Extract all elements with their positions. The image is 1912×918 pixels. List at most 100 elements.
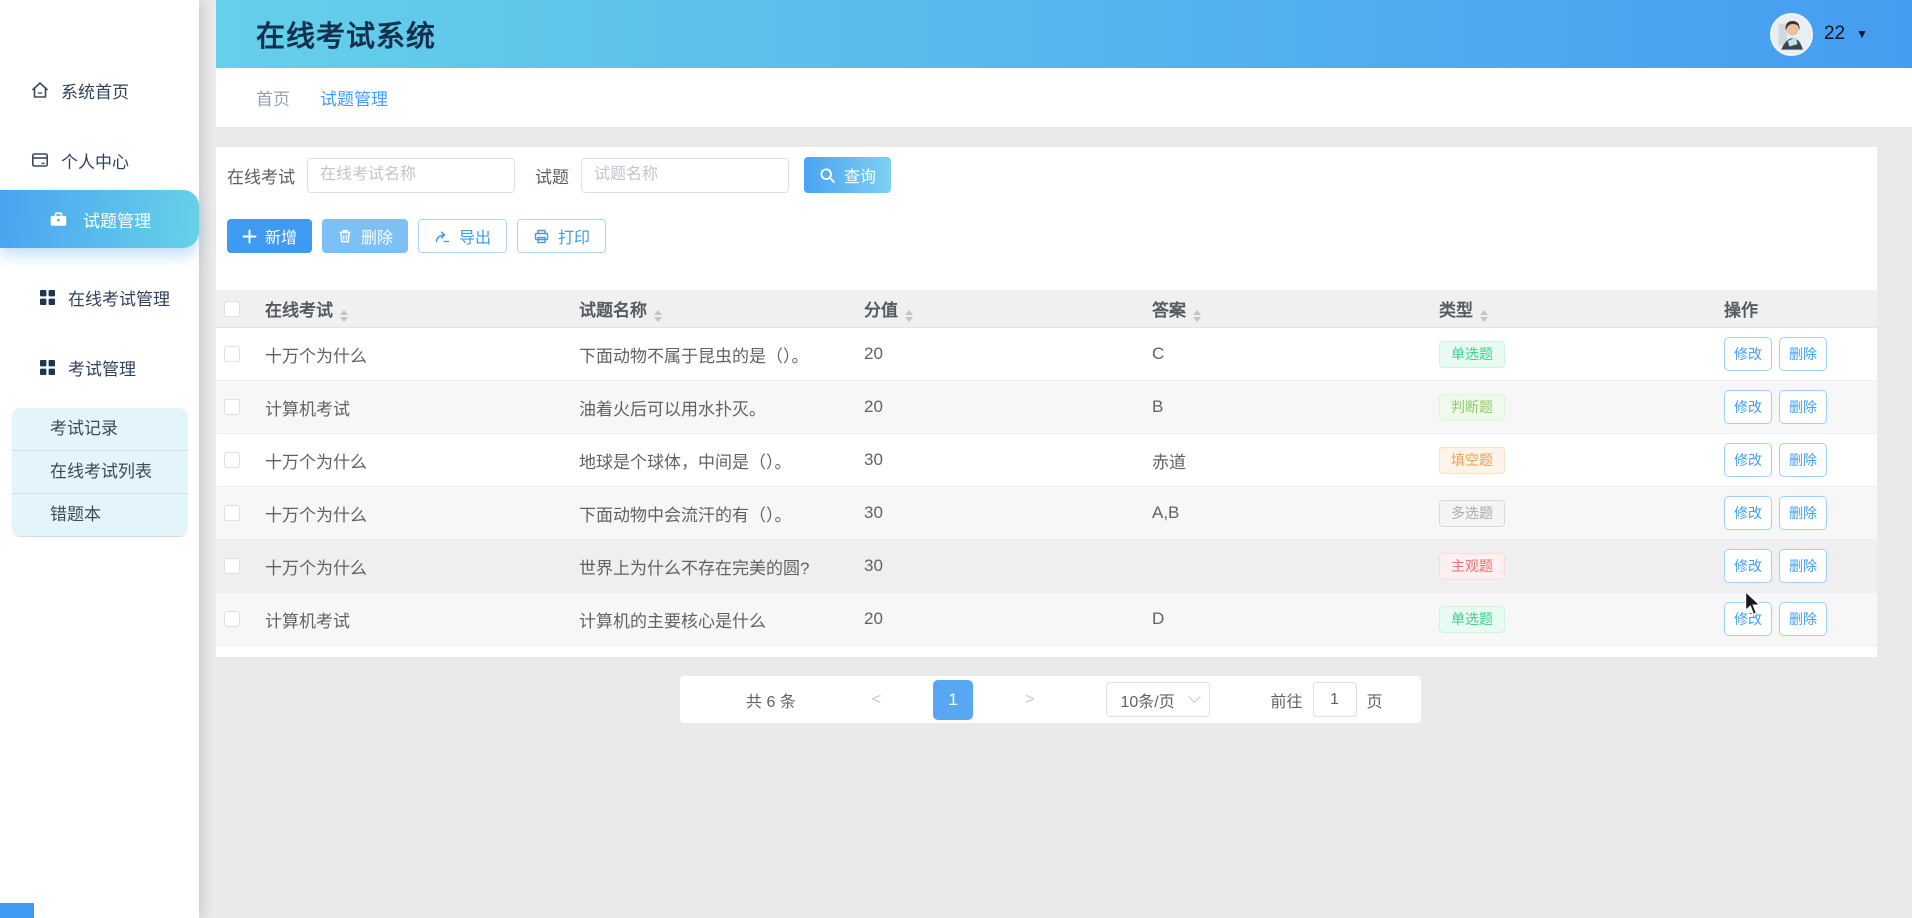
edit-button[interactable]: 修改 bbox=[1724, 549, 1772, 583]
row-delete-button[interactable]: 删除 bbox=[1779, 443, 1827, 477]
sidebar-item-label: 考试管理 bbox=[68, 355, 136, 380]
col-header-type: 类型 bbox=[1439, 301, 1473, 320]
cell-exam: 十万个为什么 bbox=[265, 554, 579, 579]
home-icon bbox=[30, 80, 50, 100]
goto-unit-label: 页 bbox=[1367, 688, 1383, 712]
type-badge: 多选题 bbox=[1439, 500, 1505, 527]
grid-icon bbox=[38, 358, 57, 377]
cell-answer: C bbox=[1152, 344, 1439, 364]
exam-filter-input[interactable] bbox=[307, 158, 515, 193]
filter-bar: 在线考试 试题 查询 bbox=[227, 157, 891, 193]
breadcrumb: 首页 试题管理 bbox=[216, 68, 1912, 127]
next-page-button[interactable]: > bbox=[1025, 691, 1034, 709]
cell-answer: B bbox=[1152, 397, 1439, 417]
cell-exam: 十万个为什么 bbox=[265, 342, 579, 367]
avatar[interactable] bbox=[1770, 13, 1813, 56]
goto-page-input[interactable] bbox=[1313, 682, 1357, 717]
row-delete-button[interactable]: 删除 bbox=[1779, 496, 1827, 530]
row-checkbox[interactable] bbox=[224, 346, 240, 362]
edit-button[interactable]: 修改 bbox=[1724, 337, 1772, 371]
row-delete-button[interactable]: 删除 bbox=[1779, 337, 1827, 371]
cell-score: 30 bbox=[864, 503, 1152, 523]
submenu-item-exam-records[interactable]: 考试记录 bbox=[12, 408, 188, 451]
edit-button[interactable]: 修改 bbox=[1724, 390, 1772, 424]
trash-icon bbox=[337, 228, 353, 244]
type-badge: 单选题 bbox=[1439, 341, 1505, 368]
chevron-down-icon bbox=[1189, 690, 1202, 703]
page-title: 在线考试系统 bbox=[256, 13, 436, 55]
sidebar-item-online-exam-mgmt[interactable]: 在线考试管理 bbox=[0, 277, 199, 317]
briefcase-icon bbox=[48, 209, 69, 230]
table-row: 十万个为什么 下面动物不属于昆虫的是（）。 20 C 单选题 修改 删除 bbox=[216, 328, 1877, 381]
edit-button[interactable]: 修改 bbox=[1724, 443, 1772, 477]
row-checkbox[interactable] bbox=[224, 399, 240, 415]
edit-button[interactable]: 修改 bbox=[1724, 496, 1772, 530]
page-size-select[interactable]: 10条/页 bbox=[1106, 682, 1210, 717]
cell-score: 20 bbox=[864, 397, 1152, 417]
submenu-item-online-exam-list[interactable]: 在线考试列表 bbox=[12, 451, 188, 494]
pagination: 共 6 条 < 1 > 10条/页 前往 页 bbox=[680, 676, 1421, 723]
cell-score: 20 bbox=[864, 344, 1152, 364]
page-number-active[interactable]: 1 bbox=[933, 680, 973, 720]
prev-page-button[interactable]: < bbox=[872, 691, 881, 709]
exam-filter-label: 在线考试 bbox=[227, 163, 295, 188]
type-badge: 主观题 bbox=[1439, 553, 1505, 580]
delete-button[interactable]: 删除 bbox=[322, 219, 408, 253]
sidebar-item-label: 系统首页 bbox=[61, 78, 129, 103]
sort-icon[interactable] bbox=[905, 310, 913, 322]
table-row: 计算机考试 油着火后可以用水扑灭。 20 B 判断题 修改 删除 bbox=[216, 381, 1877, 434]
plus-icon bbox=[242, 229, 257, 244]
sidebar-item-home[interactable]: 系统首页 bbox=[0, 70, 199, 110]
type-badge: 单选题 bbox=[1439, 606, 1505, 633]
question-filter-input[interactable] bbox=[581, 158, 789, 193]
questions-table: 在线考试 试题名称 分值 答案 类型 操作 十万个为什么 下面动物不属于昆虫的是… bbox=[216, 290, 1877, 646]
add-button[interactable]: 新增 bbox=[227, 219, 312, 253]
pagination-total: 共 6 条 bbox=[746, 688, 796, 712]
sort-icon[interactable] bbox=[340, 310, 348, 322]
row-checkbox[interactable] bbox=[224, 505, 240, 521]
select-all-checkbox[interactable] bbox=[224, 301, 240, 317]
main-area: 在线考试系统 22 ▼ 首页 试题管理 在线考试 试题 查询 bbox=[216, 0, 1912, 918]
row-checkbox[interactable] bbox=[224, 452, 240, 468]
row-delete-button[interactable]: 删除 bbox=[1779, 549, 1827, 583]
col-header-score: 分值 bbox=[864, 301, 898, 320]
cell-exam: 十万个为什么 bbox=[265, 501, 579, 526]
content-card: 在线考试 试题 查询 新增 删除 bbox=[216, 147, 1877, 657]
cell-exam: 十万个为什么 bbox=[265, 448, 579, 473]
cell-question: 油着火后可以用水扑灭。 bbox=[579, 395, 864, 420]
breadcrumb-home[interactable]: 首页 bbox=[256, 85, 290, 110]
user-dropdown[interactable]: 22 ▼ bbox=[1770, 13, 1868, 56]
caret-down-icon: ▼ bbox=[1856, 27, 1868, 41]
type-badge: 判断题 bbox=[1439, 394, 1505, 421]
printer-icon bbox=[533, 228, 550, 245]
corner-chip bbox=[0, 903, 34, 918]
breadcrumb-current[interactable]: 试题管理 bbox=[320, 85, 388, 110]
sidebar-item-profile[interactable]: 个人中心 bbox=[0, 140, 199, 180]
sidebar-item-questions-active[interactable]: 试题管理 bbox=[0, 190, 199, 248]
goto-page-group: 前往 页 bbox=[1270, 682, 1382, 717]
export-arrow-icon bbox=[434, 228, 451, 245]
sidebar-item-exam-mgmt[interactable]: 考试管理 bbox=[0, 347, 199, 387]
cell-question: 下面动物不属于昆虫的是（）。 bbox=[579, 342, 864, 367]
grid-icon bbox=[38, 288, 57, 307]
table-row: 计算机考试 计算机的主要核心是什么 20 D 单选题 修改 删除 bbox=[216, 593, 1877, 646]
page-size-value: 10条/页 bbox=[1120, 688, 1174, 712]
sidebar-item-label: 个人中心 bbox=[61, 148, 129, 173]
cell-exam: 计算机考试 bbox=[265, 395, 579, 420]
print-button[interactable]: 打印 bbox=[517, 219, 606, 253]
cell-score: 30 bbox=[864, 450, 1152, 470]
sort-icon[interactable] bbox=[1193, 310, 1201, 322]
search-button[interactable]: 查询 bbox=[804, 157, 891, 193]
edit-button[interactable]: 修改 bbox=[1724, 602, 1772, 636]
row-delete-button[interactable]: 删除 bbox=[1779, 602, 1827, 636]
col-header-actions: 操作 bbox=[1724, 296, 1758, 321]
export-button[interactable]: 导出 bbox=[418, 219, 507, 253]
sort-icon[interactable] bbox=[1480, 310, 1488, 322]
row-checkbox[interactable] bbox=[224, 611, 240, 627]
sort-icon[interactable] bbox=[654, 310, 662, 322]
col-header-question: 试题名称 bbox=[579, 301, 647, 320]
submenu-item-wrong-question-book[interactable]: 错题本 bbox=[12, 494, 188, 537]
row-delete-button[interactable]: 删除 bbox=[1779, 390, 1827, 424]
cell-score: 20 bbox=[864, 609, 1152, 629]
row-checkbox[interactable] bbox=[224, 558, 240, 574]
